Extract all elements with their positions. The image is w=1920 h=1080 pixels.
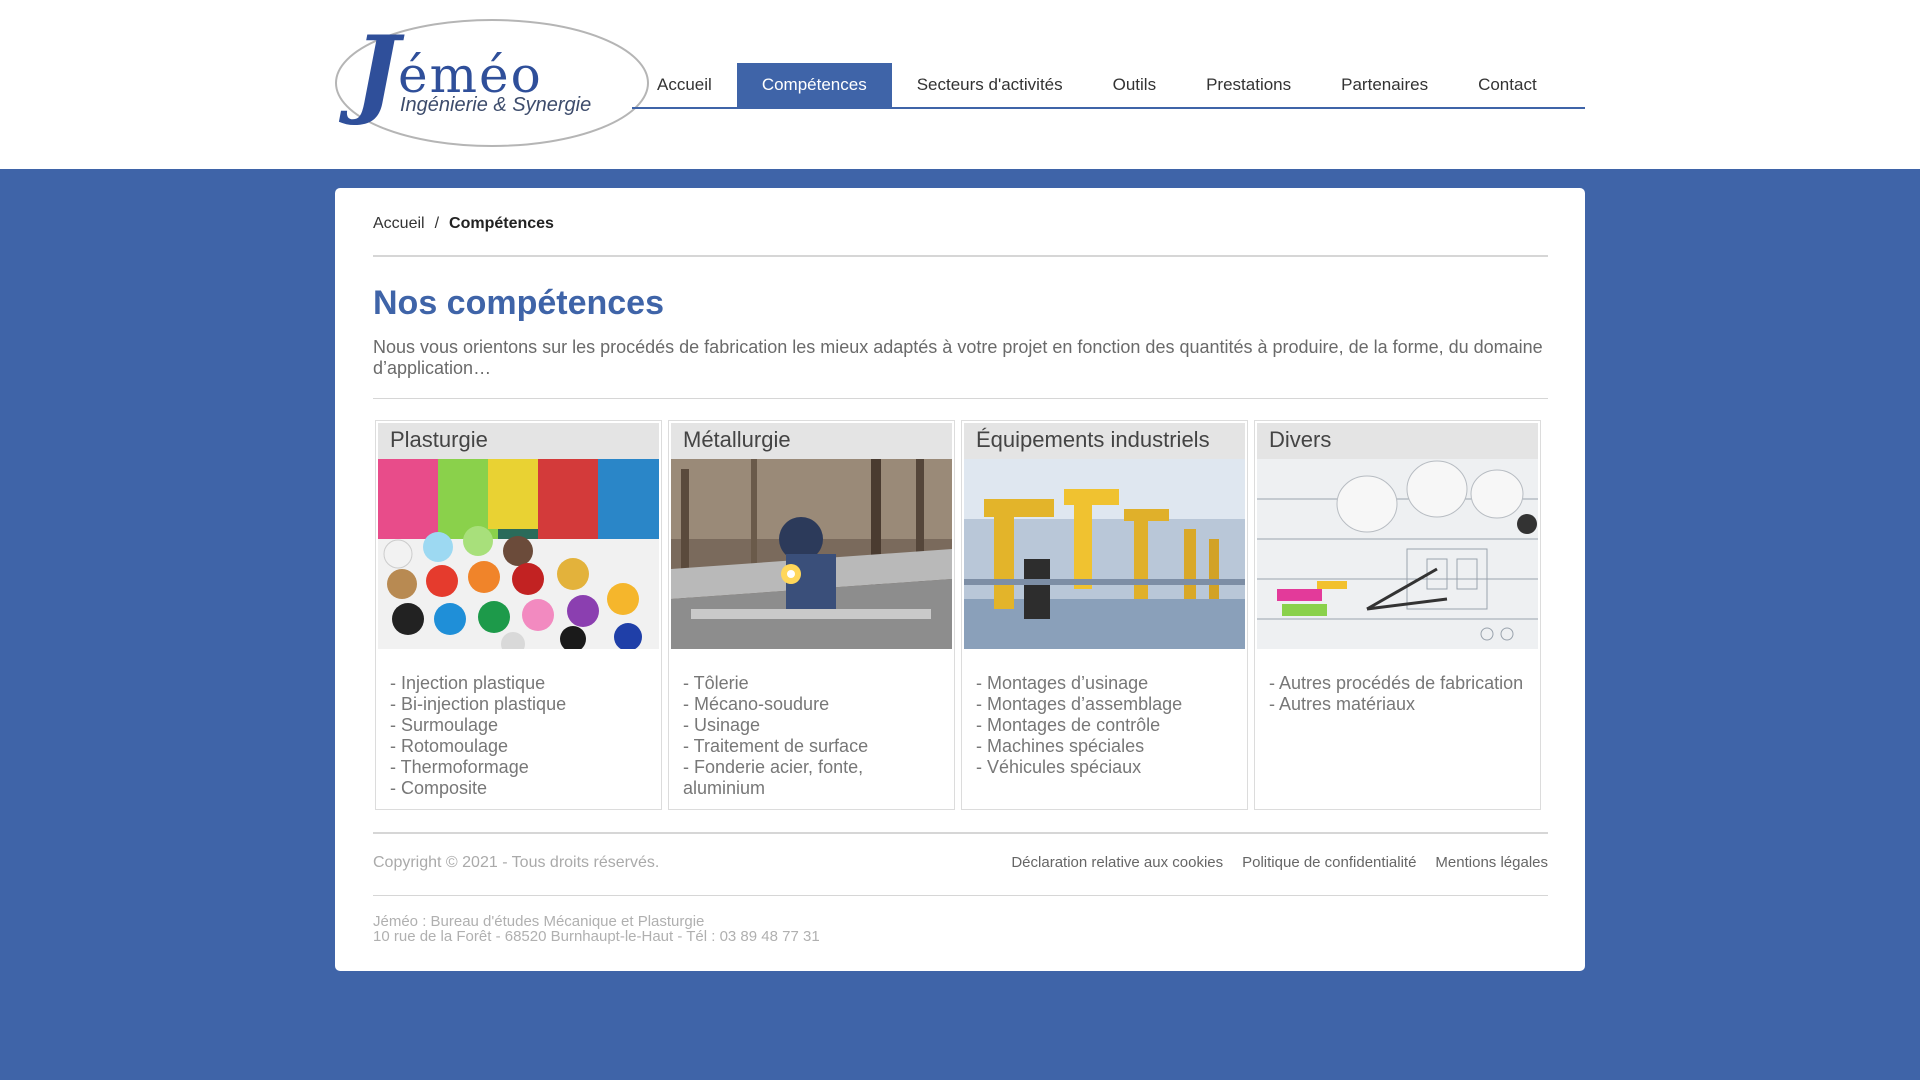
nav-item-secteurs[interactable]: Secteurs d'activités [892,63,1088,107]
content-card: Accueil / Compétences Nos compétences No… [335,188,1585,971]
page-title: Nos compétences [373,284,664,322]
footer-address: Jéméo : Bureau d'études Mécanique et Pla… [373,914,820,944]
list-item: - Injection plastique [390,673,546,693]
list-item: - Autres procédés de fabrication [1269,673,1524,693]
main-nav: Accueil Compétences Secteurs d'activités… [632,63,1585,109]
category-title: Divers [1257,423,1538,459]
copyright-text: Copyright © 2021 - Tous droits réservés. [373,854,660,871]
site-header: J éméo Ingénierie & Synergie Accueil Com… [0,0,1920,169]
category-items: - Autres procédés de fabrication - Autre… [1269,673,1529,715]
list-item: - Tôlerie [683,673,749,693]
breadcrumb: Accueil / Compétences [373,215,554,233]
footer-link-legal[interactable]: Mentions légales [1435,854,1548,871]
categories-grid: Plasturgie - Injection plastique - Bi-in… [375,420,1545,810]
welding-image[interactable] [671,459,952,649]
list-item: - Montages d’usinage [976,673,1149,693]
category-card-plasturgie[interactable]: Plasturgie - Injection plastique - Bi-in… [375,420,662,810]
divider [373,832,1548,834]
logo-tagline: Ingénierie & Synergie [400,94,592,116]
list-item: - Composite [390,778,488,798]
footer-links: Déclaration relative aux cookies Politiq… [1011,854,1548,871]
list-item: - Montages d’assemblage [976,694,1183,714]
category-items: - Tôlerie - Mécano-soudure - Usinage - T… [683,673,943,799]
category-title: Plasturgie [378,423,659,459]
category-card-divers[interactable]: Divers - Autres procédés de fabrication … [1254,420,1541,810]
category-items: - Montages d’usinage - Montages d’assemb… [976,673,1236,778]
list-item: - Thermoformage [390,757,529,777]
address-line: 10 rue de la Forêt - 68520 Burnhaupt-le-… [373,928,820,945]
technical-drawings-image[interactable] [1257,459,1538,649]
nav-item-contact[interactable]: Contact [1453,63,1562,107]
list-item: - Traitement de surface [683,736,869,756]
nav-item-competences[interactable]: Compétences [736,63,892,107]
category-title: Équipements industriels [964,423,1245,459]
nav-item-accueil[interactable]: Accueil [632,63,737,107]
list-item: - Machines spéciales [976,736,1145,756]
list-item: - Véhicules spéciaux [976,757,1142,777]
category-card-equipements[interactable]: Équipements industriels - Montages d’usi… [961,420,1248,810]
list-item: - Montages de contrôle [976,715,1161,735]
list-item: - Mécano-soudure [683,694,830,714]
page-intro: Nous vous orientons sur les procédés de … [373,337,1543,378]
breadcrumb-home-link[interactable]: Accueil [373,215,425,233]
list-item: - Fonderie acier, fonte, aluminium [683,757,864,798]
address-line: Jéméo : Bureau d'études Mécanique et Pla… [373,913,705,930]
footer-link-cookies[interactable]: Déclaration relative aux cookies [1011,854,1223,871]
list-item: - Bi-injection plastique [390,694,567,714]
nav-item-outils[interactable]: Outils [1088,63,1181,107]
footer-link-privacy[interactable]: Politique de confidentialité [1242,854,1416,871]
divider [373,895,1548,896]
breadcrumb-separator: / [434,215,440,232]
nav-item-partenaires[interactable]: Partenaires [1316,63,1453,107]
list-item: - Surmoulage [390,715,499,735]
category-title: Métallurgie [671,423,952,459]
list-item: - Rotomoulage [390,736,509,756]
category-card-metallurgie[interactable]: Métallurgie - Tôlerie - Mécano-soudure -… [668,420,955,810]
site-logo[interactable]: J éméo Ingénierie & Synergie [334,18,650,149]
divider [373,398,1548,399]
list-item: - Usinage [683,715,761,735]
plastic-pellets-image[interactable] [378,459,659,649]
breadcrumb-current: Compétences [449,215,554,232]
category-items: - Injection plastique - Bi-injection pla… [390,673,650,799]
list-item: - Autres matériaux [1269,694,1416,714]
robot-assembly-line-image[interactable] [964,459,1245,649]
logo-letter: J [354,15,400,128]
divider [373,255,1548,257]
nav-item-prestations[interactable]: Prestations [1181,63,1316,107]
